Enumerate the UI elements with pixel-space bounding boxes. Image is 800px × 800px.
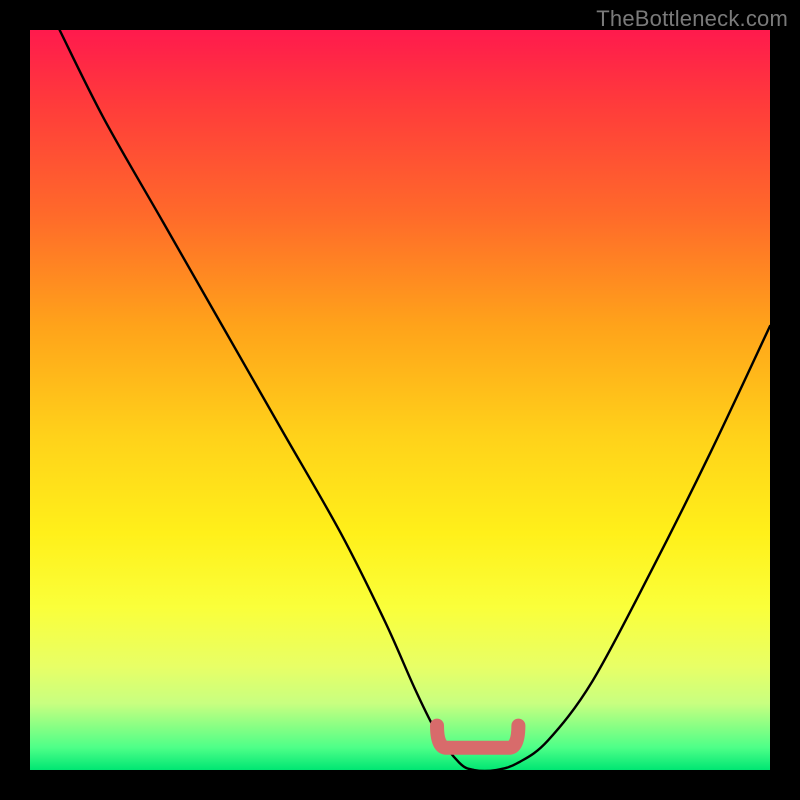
chart-frame: TheBottleneck.com [0,0,800,800]
curve-layer [30,30,770,770]
watermark-text: TheBottleneck.com [596,6,788,32]
optimal-zone-marker [437,726,518,748]
plot-area [30,30,770,770]
bottleneck-curve [60,30,770,770]
